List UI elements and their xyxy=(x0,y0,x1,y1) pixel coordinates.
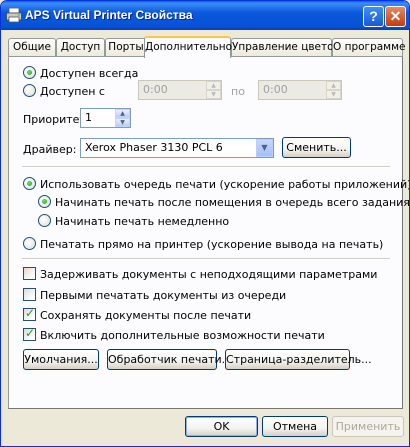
tab-strip: Общие Доступ Порты Дополнительно Управле… xyxy=(8,36,405,58)
tab-advanced[interactable]: Дополнительно xyxy=(144,36,232,58)
close-icon: ✕ xyxy=(389,8,402,24)
tab-about[interactable]: О программе xyxy=(332,38,405,57)
printer-icon xyxy=(6,8,22,23)
ok-button[interactable]: OK xyxy=(185,416,258,437)
driver-label: Драйвер: xyxy=(23,143,77,156)
spin-down-icon[interactable]: ▼ xyxy=(115,118,130,127)
print-after-spooled-label: Начинать печать после помещения в очеред… xyxy=(55,196,410,209)
help-button[interactable]: ? xyxy=(363,6,384,27)
always-available-radio[interactable] xyxy=(23,66,36,79)
hold-mismatched-label: Задерживать документы с неподходящими па… xyxy=(40,268,378,281)
keep-printed-label: Сохранять документы после печати xyxy=(40,309,252,322)
use-spool-label: Использовать очередь печати (ускорение р… xyxy=(40,178,410,191)
help-icon: ? xyxy=(369,8,378,24)
tab-general[interactable]: Общие xyxy=(8,38,56,57)
chevron-down-icon[interactable]: ▼ xyxy=(256,139,273,157)
spin-up-icon[interactable]: ▲ xyxy=(206,81,221,90)
keep-printed-checkbox[interactable] xyxy=(23,306,36,321)
printer-properties-window: APS Virtual Printer Свойства ? ✕ Общие Д… xyxy=(0,0,410,447)
spin-down-icon[interactable]: ▼ xyxy=(326,90,341,99)
to-label: по xyxy=(231,85,245,98)
always-available-label: Доступен всегда xyxy=(40,67,139,80)
print-direct-label: Печатать прямо на принтер (ускорение выв… xyxy=(40,238,384,251)
to-time-input[interactable]: 0:00 ▲ ▼ xyxy=(258,80,342,100)
close-button[interactable]: ✕ xyxy=(385,6,406,27)
separator-page-button[interactable]: Страница-разделитель... xyxy=(225,349,372,370)
priority-spinner[interactable]: ▲ ▼ xyxy=(115,109,130,127)
divider xyxy=(22,258,390,260)
print-spooled-first-label: Первыми печатать документы из очереди xyxy=(40,289,287,302)
available-from-label: Доступен с xyxy=(40,85,105,98)
spin-down-icon[interactable]: ▼ xyxy=(206,90,221,99)
tab-color-management[interactable]: Управление цветом xyxy=(231,38,341,57)
from-time-input[interactable]: 0:00 ▲ ▼ xyxy=(138,80,222,100)
print-immediately-radio[interactable] xyxy=(38,214,51,227)
apply-button[interactable]: Применить xyxy=(332,416,404,437)
from-time-spinner[interactable]: ▲ ▼ xyxy=(206,81,221,99)
cancel-button[interactable]: Отмена xyxy=(262,416,328,437)
divider xyxy=(22,166,390,168)
from-time-value: 0:00 xyxy=(143,83,168,96)
print-after-spooled-radio[interactable] xyxy=(38,195,51,208)
priority-input[interactable]: 1 ▲ ▼ xyxy=(80,108,131,128)
to-time-value: 0:00 xyxy=(263,83,288,96)
driver-value: Xerox Phaser 3130 PCL 6 xyxy=(85,141,223,154)
use-spool-radio[interactable] xyxy=(23,177,36,190)
tab-ports[interactable]: Порты xyxy=(105,38,147,57)
priority-value: 1 xyxy=(85,111,92,124)
window-title: APS Virtual Printer Свойства xyxy=(25,8,193,22)
print-direct-radio[interactable] xyxy=(23,237,36,250)
hold-mismatched-checkbox[interactable] xyxy=(23,267,36,280)
available-from-radio[interactable] xyxy=(23,84,36,97)
change-driver-button[interactable]: Сменить... xyxy=(282,137,351,158)
driver-select[interactable]: Xerox Phaser 3130 PCL 6 ▼ xyxy=(80,138,274,158)
tab-sharing[interactable]: Доступ xyxy=(56,38,105,57)
title-bar[interactable]: APS Virtual Printer Свойства ? ✕ xyxy=(1,1,409,30)
print-spooled-first-checkbox[interactable] xyxy=(23,288,36,301)
advanced-panel: Доступен всегда Доступен с 0:00 ▲ ▼ по 0… xyxy=(8,56,409,409)
advanced-features-checkbox[interactable] xyxy=(23,326,36,341)
advanced-features-label: Включить дополнительные возможности печа… xyxy=(40,329,325,342)
to-time-spinner[interactable]: ▲ ▼ xyxy=(326,81,341,99)
spin-up-icon[interactable]: ▲ xyxy=(115,109,130,118)
printing-defaults-button[interactable]: Умолчания... xyxy=(23,349,99,370)
print-immediately-label: Начинать печать немедленно xyxy=(55,215,230,228)
print-processor-button[interactable]: Обработчик печати... xyxy=(107,349,232,370)
spin-up-icon[interactable]: ▲ xyxy=(326,81,341,90)
